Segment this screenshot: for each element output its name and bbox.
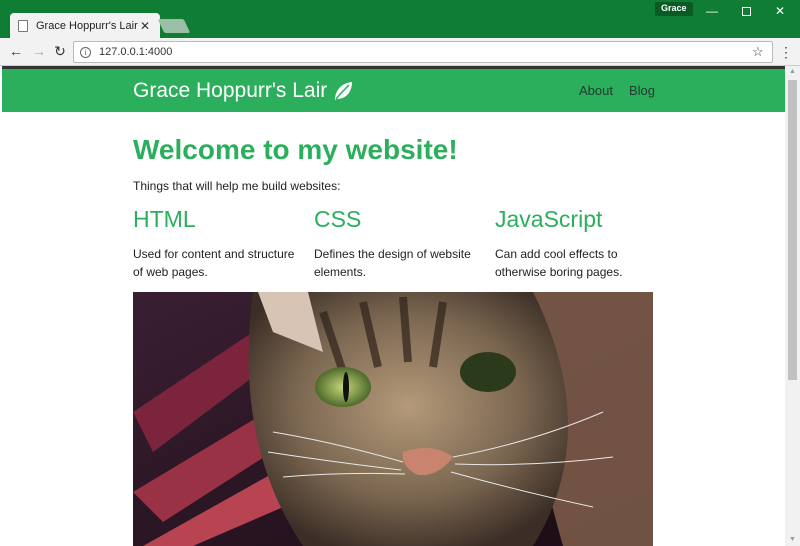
- feature-title: HTML: [133, 206, 196, 232]
- bookmark-star-icon[interactable]: ☆: [752, 44, 772, 60]
- feature-text: Can add cool effects to otherwise boring…: [495, 247, 623, 279]
- forward-button[interactable]: →: [29, 41, 49, 61]
- site-brand-text: Grace Hoppurr's Lair: [133, 79, 328, 102]
- feature-css: CSS Defines the design of website elemen…: [314, 206, 484, 281]
- close-window-button[interactable]: ✕: [762, 0, 798, 22]
- nav-link-about[interactable]: About: [579, 83, 613, 98]
- feature-title: JavaScript: [495, 206, 603, 232]
- url-text[interactable]: 127.0.0.1:4000: [99, 46, 752, 58]
- maximize-icon: [741, 6, 751, 16]
- back-button[interactable]: ←: [6, 41, 26, 61]
- window-titlebar: Grace Hoppurr's Lair ✕ Grace — ✕: [0, 0, 800, 38]
- profile-badge[interactable]: Grace: [655, 2, 693, 16]
- feature-javascript: JavaScript Can add cool effects to other…: [495, 206, 665, 281]
- page-viewport: Grace Hoppurr's Lair About Blog Welcome …: [0, 66, 800, 546]
- browser-menu-icon[interactable]: ⋮: [778, 42, 794, 62]
- scroll-down-arrow-icon[interactable]: ▼: [785, 534, 800, 546]
- vertical-scrollbar[interactable]: ▲ ▼: [785, 66, 800, 546]
- cat-illustration: [133, 292, 653, 546]
- browser-toolbar: ← → ↻ i 127.0.0.1:4000 ☆ ⋮: [0, 38, 800, 66]
- tab-title: Grace Hoppurr's Lair: [36, 19, 138, 32]
- maximize-button[interactable]: [728, 0, 764, 22]
- browser-tab[interactable]: Grace Hoppurr's Lair ✕: [10, 13, 160, 38]
- feature-text: Used for content and structure of web pa…: [133, 247, 295, 279]
- site-nav: About Blog: [579, 83, 655, 98]
- reload-button[interactable]: ↻: [50, 41, 70, 61]
- cat-photo: [133, 292, 653, 546]
- feature-title: CSS: [314, 206, 362, 232]
- scroll-up-arrow-icon[interactable]: ▲: [785, 66, 800, 78]
- info-icon[interactable]: i: [80, 46, 91, 58]
- page-heading: Welcome to my website!: [133, 134, 458, 165]
- new-tab-button[interactable]: [157, 19, 191, 33]
- feature-html: HTML Used for content and structure of w…: [133, 206, 303, 281]
- site-brand-link[interactable]: Grace Hoppurr's Lair: [133, 79, 355, 103]
- nav-link-blog[interactable]: Blog: [629, 83, 655, 98]
- document-icon: [18, 19, 28, 32]
- leaf-icon: [335, 82, 353, 100]
- tab-close-icon[interactable]: ✕: [138, 19, 152, 33]
- site-navbar: Grace Hoppurr's Lair About Blog: [2, 69, 785, 112]
- address-bar[interactable]: i 127.0.0.1:4000 ☆: [73, 41, 773, 63]
- scrollbar-thumb[interactable]: [788, 80, 797, 380]
- minimize-button[interactable]: —: [694, 0, 730, 22]
- intro-text: Things that will help me build websites:: [133, 179, 341, 193]
- feature-text: Defines the design of website elements.: [314, 247, 471, 279]
